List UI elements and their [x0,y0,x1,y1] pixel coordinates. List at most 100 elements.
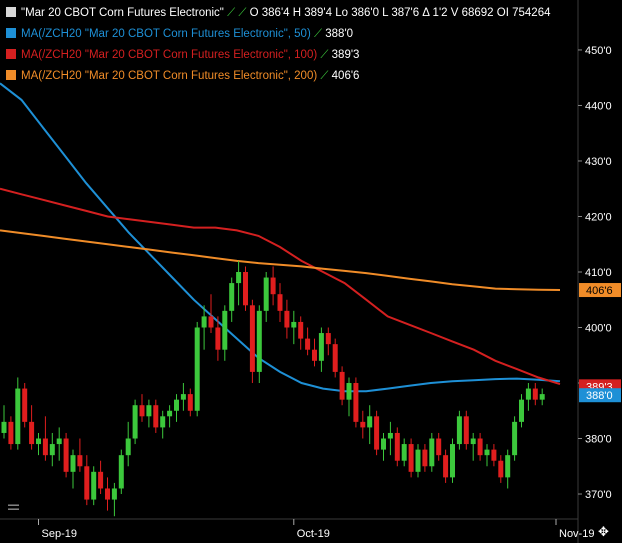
trend-icon: ⟋ [320,49,329,61]
y-tick-label: 400'0 [585,322,612,334]
candle-body [263,277,269,311]
candle-body [291,321,297,328]
candle-body [450,444,455,478]
legend-ma100: MA(/ZCH20 "Mar 20 CBOT Corn Futures Elec… [6,48,359,62]
candle-body [105,488,110,500]
candle-body [15,388,21,445]
candle-body [29,421,35,445]
x-tick-label: Oct-19 [297,528,330,540]
candle-body [539,394,545,400]
chart-window: 450'0440'0430'0420'0410'0400'0390'0380'0… [0,0,622,543]
candle-body [201,316,207,328]
trend-icon-2: ⟋ [238,7,247,19]
candle-body [91,471,97,500]
candle-body [84,466,90,500]
candle-body [284,310,290,328]
candle-body [443,455,449,478]
move-arrows-icon[interactable]: ✥ [598,524,609,540]
legend-symbol-label: "Mar 20 CBOT Corn Futures Electronic" [21,7,224,19]
candle-body [318,333,324,361]
candle-body [243,271,248,306]
candle-body [167,410,173,417]
candle-body [332,344,338,372]
candle-body [70,455,76,472]
candle-body [401,444,407,461]
y-tick-label: 370'0 [585,489,612,501]
candle-body [512,421,518,456]
candle-body [256,310,262,372]
candle-body [229,283,235,311]
candle-body [532,388,538,400]
candle-body [153,405,159,428]
candle-body [498,460,504,478]
legend-ma200-value: 406'6 [331,70,360,82]
legend-ma50: MA(/ZCH20 "Mar 20 CBOT Corn Futures Elec… [6,27,353,41]
y-tick-label: 440'0 [585,100,612,112]
candle-body [194,327,200,411]
candle-body [208,316,214,328]
candle-body [525,388,531,400]
candle-body [360,421,366,428]
candle-body [277,294,283,311]
candle-body [270,277,276,295]
legend-swatch-symbol [6,7,16,17]
legend-ma50-value: 388'0 [325,28,354,40]
candle-body [325,333,331,345]
candle-body [422,449,428,467]
legend-swatch-ma100 [6,49,16,59]
candle-body [456,416,462,445]
candle-body [387,432,393,439]
candle-body [215,327,221,350]
ohlc-readout: O 386'4 H 389'4 Lo 386'0 L 387'6 Δ 1'2 V… [249,7,551,19]
ma-line-50 [0,82,561,393]
price-tag-label: 388'0 [586,390,613,402]
candle-body [111,488,117,500]
candle-body [42,438,48,456]
ma-line-200 [0,229,561,291]
candle-body [22,388,28,422]
candle-body [249,305,255,372]
candle-body [187,394,193,411]
legend-swatch-ma50 [6,28,16,38]
candle-body [36,438,41,445]
hamburger-icon[interactable]: — — [8,500,19,515]
candle-body [353,383,359,422]
candle-body [8,421,14,445]
candle-body [436,438,442,456]
candle-body [491,449,497,461]
candle-body [132,405,138,439]
legend-ma100-value: 389'3 [331,49,360,61]
candle-body [139,405,145,417]
trend-icon: ⟋ [227,7,236,19]
candle-body [125,438,131,456]
candle-body [415,449,421,472]
candle-body [519,399,524,422]
candle-body [298,321,304,339]
candle-body [146,405,152,417]
candle-body [49,444,55,456]
legend-ma200: MA(/ZCH20 "Mar 20 CBOT Corn Futures Elec… [6,69,359,83]
candle-body [367,416,373,428]
candle-body [463,416,469,445]
candle-body [339,371,345,400]
trend-icon: ⟋ [314,28,323,40]
candle-body [429,438,435,467]
candle-body [77,455,83,467]
legend-ma50-label: MA(/ZCH20 "Mar 20 CBOT Corn Futures Elec… [21,28,311,40]
legend-symbol: "Mar 20 CBOT Corn Futures Electronic" ⟋ … [6,6,550,20]
price-tag-label: 406'6 [586,285,613,297]
candle-body [470,438,476,445]
candle-body [394,432,400,461]
y-tick-label: 380'0 [585,434,612,446]
candle-body [477,438,483,456]
legend-ma100-label: MA(/ZCH20 "Mar 20 CBOT Corn Futures Elec… [21,49,318,61]
candle-body [408,444,414,472]
y-tick-label: 410'0 [585,267,612,279]
candle-body [160,416,166,428]
candle-body [118,455,124,489]
x-tick-label: Sep-19 [42,528,77,540]
candle-body [180,394,186,400]
y-tick-label: 430'0 [585,156,612,168]
trend-icon: ⟋ [320,70,329,82]
candle-body [174,399,179,411]
